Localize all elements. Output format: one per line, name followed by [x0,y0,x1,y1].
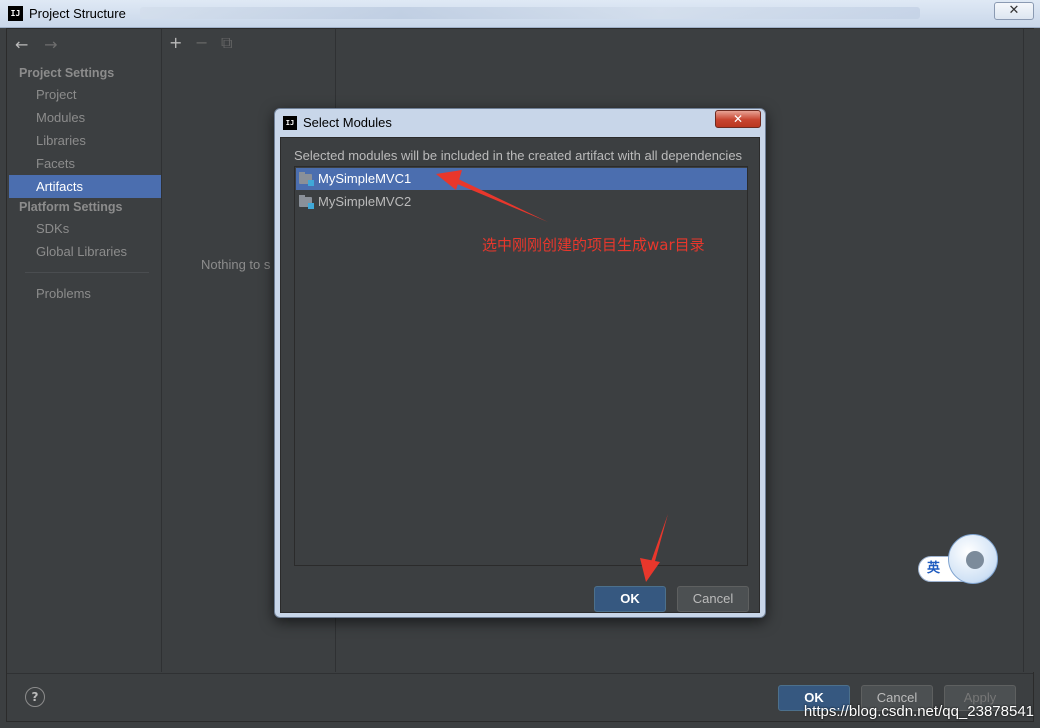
annotation-arrows [436,170,668,582]
arrow-to-ok [640,514,668,582]
watermark-url: https://blog.csdn.net/qq_23878541 [803,703,1034,720]
arrow-to-module [436,170,548,222]
ime-widget[interactable]: 英 [918,534,1000,586]
ime-mascot-icon [948,534,998,584]
annotation-text: 选中刚刚创建的项目生成war目录 [482,236,705,254]
